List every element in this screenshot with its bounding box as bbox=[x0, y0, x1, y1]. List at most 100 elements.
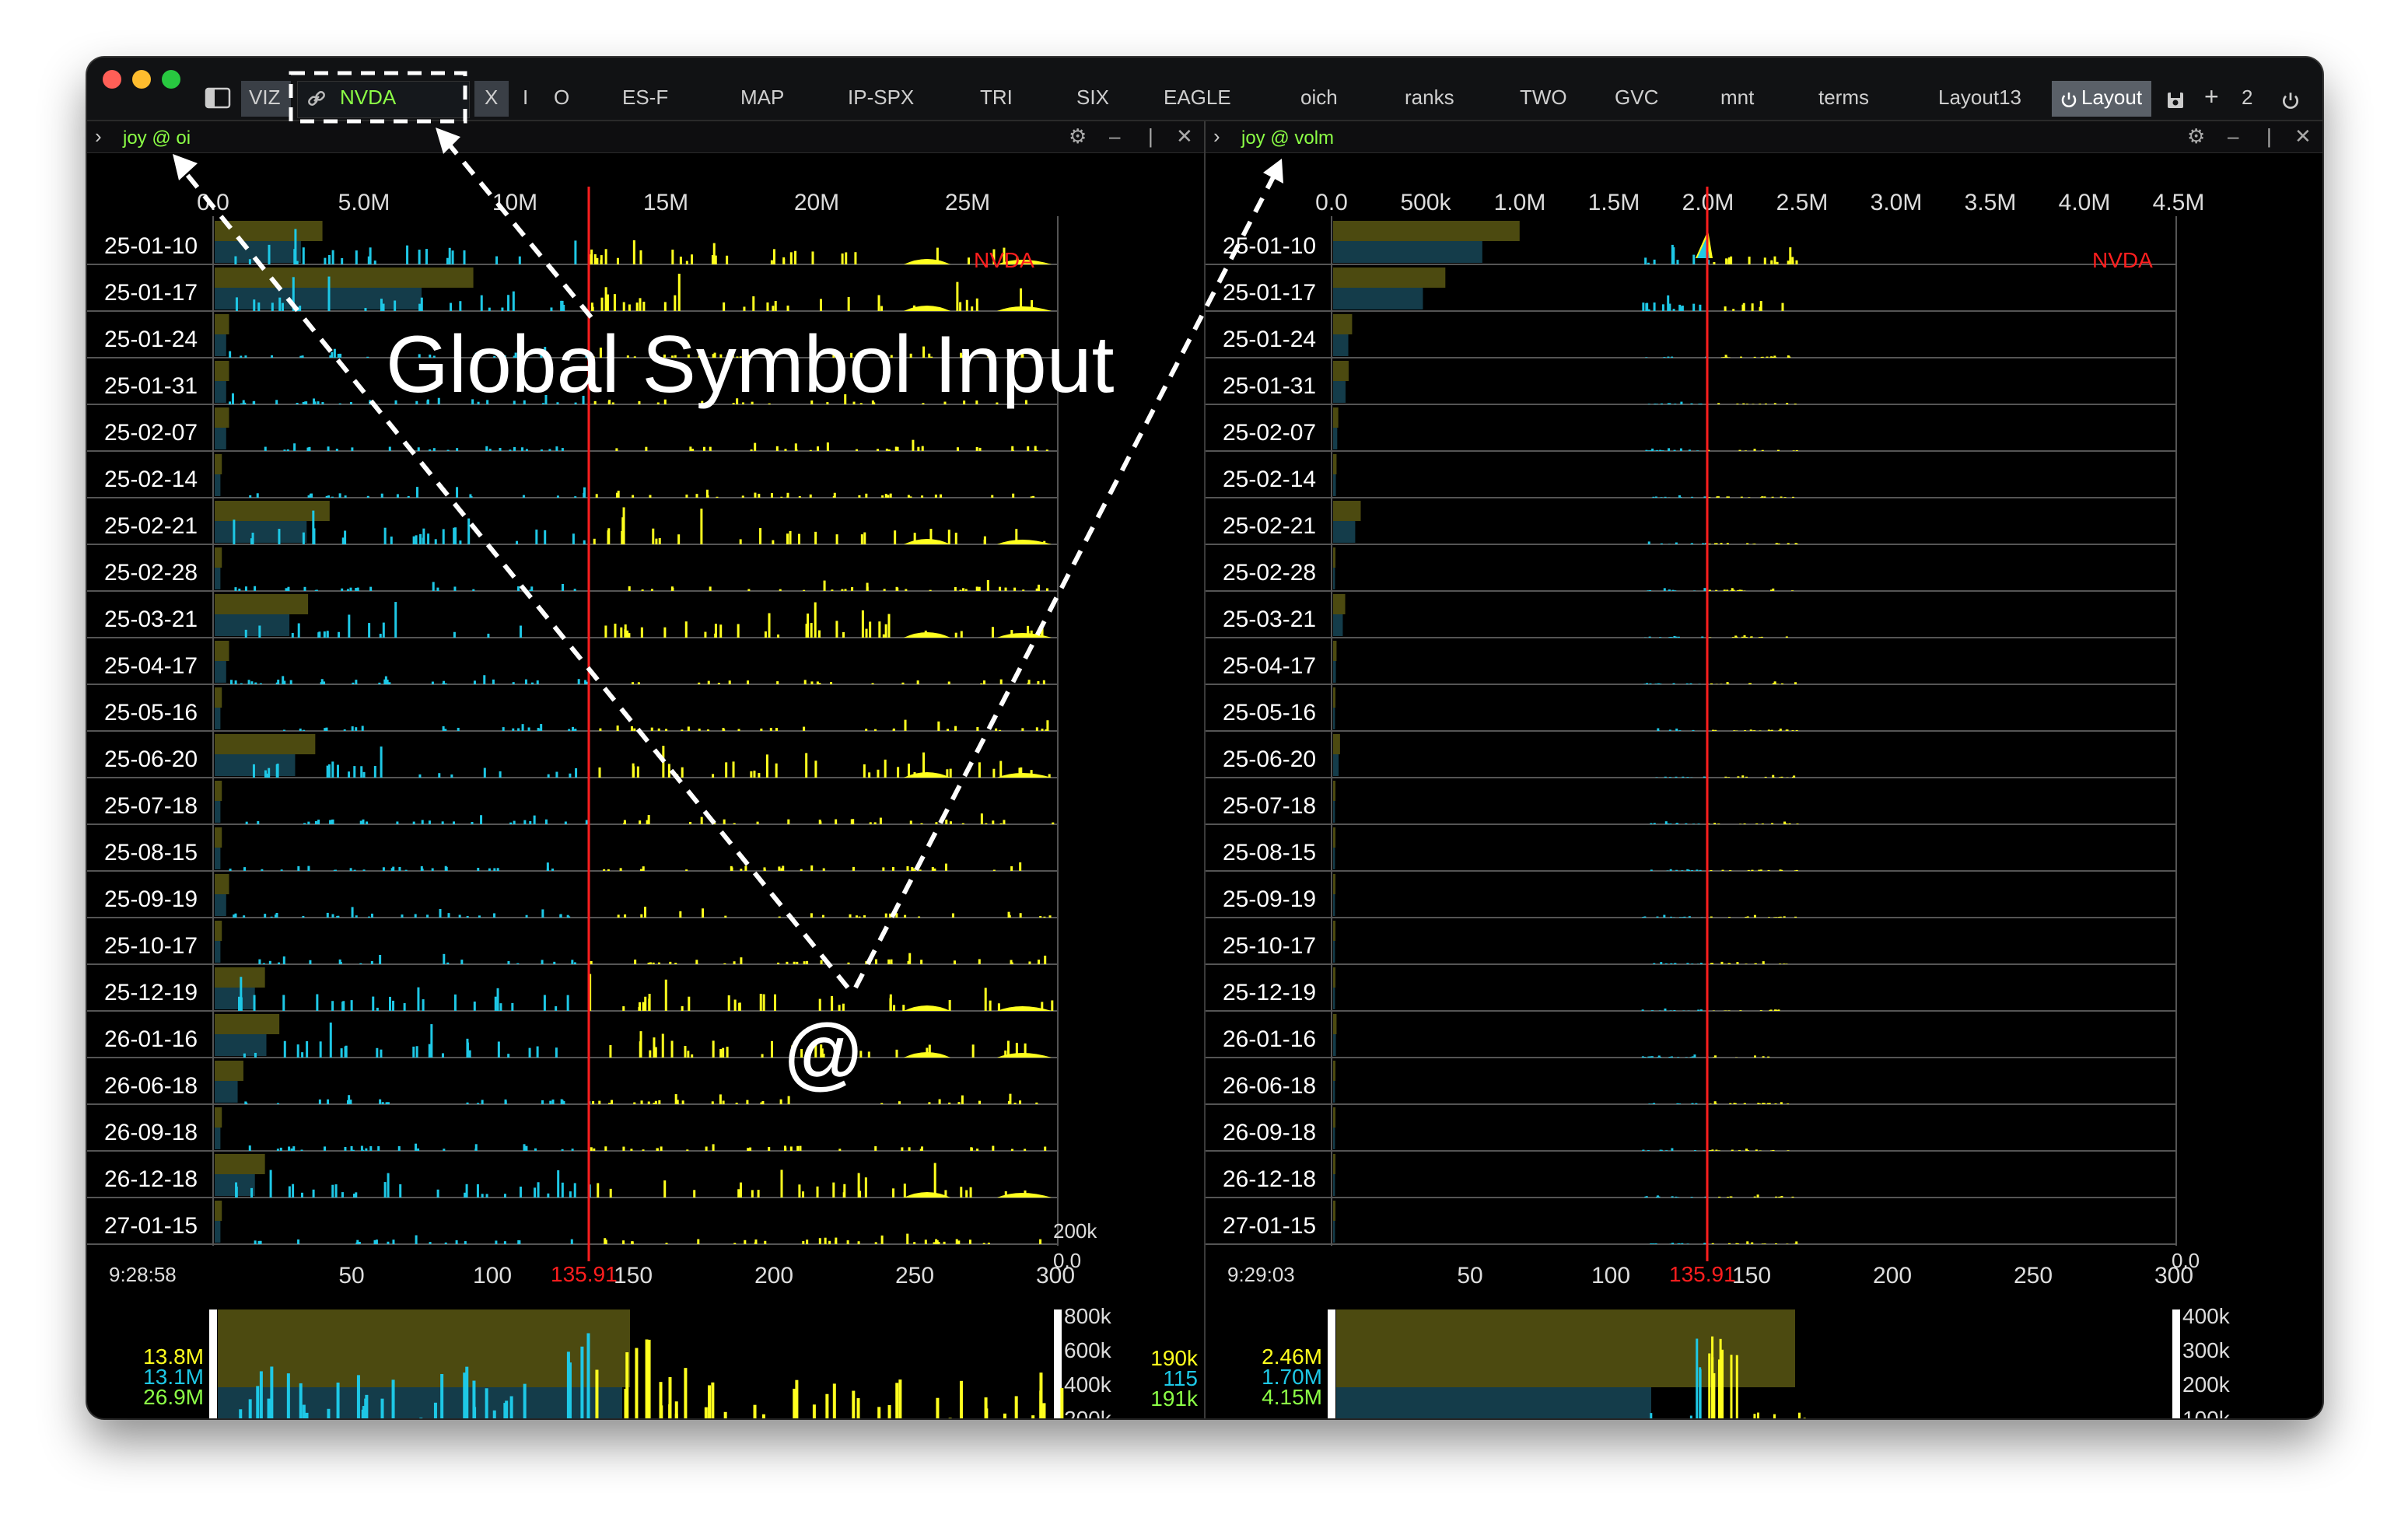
strike-spike bbox=[1788, 823, 1791, 824]
strike-spike bbox=[1710, 916, 1713, 918]
tab-terms[interactable]: terms bbox=[1818, 86, 1869, 110]
strike-spike bbox=[1686, 777, 1689, 778]
strike-spike bbox=[835, 819, 838, 824]
tab-tri[interactable]: TRI bbox=[980, 86, 1013, 110]
zoom-window-button[interactable] bbox=[162, 70, 180, 89]
strike-spike bbox=[884, 913, 887, 918]
tab-ranks[interactable]: ranks bbox=[1405, 86, 1454, 110]
strike-spike bbox=[1713, 823, 1717, 824]
tab-gvc[interactable]: GVC bbox=[1615, 86, 1658, 110]
strike-spike bbox=[454, 527, 457, 544]
strike-spike bbox=[1738, 449, 1741, 451]
strike-spike bbox=[1656, 1195, 1659, 1198]
strike-spike bbox=[919, 1149, 922, 1151]
strike-spike bbox=[1648, 450, 1651, 451]
strike-spike bbox=[530, 682, 534, 684]
save-icon[interactable] bbox=[2165, 90, 2186, 110]
strike-spike bbox=[737, 729, 740, 731]
tab-ip-spx[interactable]: IP-SPX bbox=[848, 86, 914, 110]
strike-spike bbox=[1656, 916, 1659, 918]
i-button[interactable]: I bbox=[523, 86, 528, 110]
strike-spike bbox=[1737, 1243, 1740, 1244]
expiry-label: 25-07-18 bbox=[1223, 793, 1316, 819]
strike-spike bbox=[887, 495, 890, 498]
x-axis-tick: 50 bbox=[338, 1263, 364, 1288]
strike-spike bbox=[924, 1240, 927, 1244]
strike-spike bbox=[378, 682, 381, 684]
strike-spike bbox=[864, 1177, 867, 1198]
strike-spike bbox=[885, 448, 888, 451]
oi-bar bbox=[215, 221, 323, 241]
strike-spike bbox=[935, 1239, 938, 1244]
strike-spike bbox=[386, 680, 389, 684]
strike-spike bbox=[803, 680, 807, 684]
strike-spike bbox=[366, 495, 369, 498]
strike-spike bbox=[1664, 821, 1668, 824]
strike-spike bbox=[1037, 584, 1040, 591]
strike-spike bbox=[444, 1242, 447, 1244]
strike-spike bbox=[985, 823, 988, 824]
strike-spike bbox=[516, 963, 520, 964]
strike-spike bbox=[855, 449, 858, 451]
strike-spike bbox=[406, 245, 409, 264]
shutdown-icon[interactable] bbox=[2280, 90, 2301, 110]
strike-spike bbox=[473, 1002, 476, 1011]
strike-spike bbox=[1794, 682, 1797, 684]
strike-spike bbox=[1727, 777, 1731, 778]
strike-spike bbox=[997, 1003, 1000, 1011]
strike-spike bbox=[969, 1187, 972, 1198]
strike-spike bbox=[681, 729, 684, 731]
strike-spike bbox=[1703, 588, 1706, 591]
strike-spike bbox=[1788, 356, 1791, 358]
time-label: 9:28:58 bbox=[109, 1263, 177, 1286]
tab-mnt[interactable]: mnt bbox=[1720, 86, 1754, 110]
strike-spike bbox=[292, 1146, 296, 1151]
strike-spike bbox=[525, 1145, 528, 1151]
tab-six[interactable]: SIX bbox=[1076, 86, 1109, 110]
strike-spike bbox=[965, 1190, 968, 1198]
sidebar-icon[interactable] bbox=[204, 86, 232, 110]
strike-spike bbox=[723, 819, 726, 824]
strike-spike bbox=[722, 1047, 725, 1058]
strike-spike bbox=[488, 449, 492, 451]
stat-green: 191k bbox=[1150, 1386, 1199, 1411]
strike-spike bbox=[555, 1047, 558, 1058]
strike-spike bbox=[300, 1192, 303, 1198]
strike-spike bbox=[1668, 303, 1671, 311]
x-axis-tick: 100 bbox=[473, 1263, 512, 1288]
strike-spike bbox=[493, 355, 496, 358]
tab-oich[interactable]: oich bbox=[1300, 86, 1338, 110]
strike-spike bbox=[628, 304, 631, 311]
tab-es-f[interactable]: ES-F bbox=[622, 86, 668, 110]
strike-spike bbox=[846, 1240, 849, 1244]
strike-spike bbox=[331, 250, 334, 264]
strike-spike bbox=[368, 916, 371, 918]
strike-spike bbox=[286, 449, 289, 451]
oi-bar-secondary bbox=[1333, 381, 1346, 403]
strike-spike bbox=[1008, 915, 1011, 918]
strike-spike bbox=[379, 1099, 382, 1104]
tab-map[interactable]: MAP bbox=[740, 86, 784, 110]
strike-spike bbox=[1643, 916, 1647, 918]
layout-count[interactable]: 2 bbox=[2242, 86, 2252, 110]
strike-spike bbox=[858, 916, 861, 918]
price-label: 135.91 bbox=[1669, 1262, 1736, 1286]
strike-spike bbox=[1692, 303, 1696, 311]
strike-spike bbox=[562, 1100, 565, 1104]
strike-spike bbox=[883, 589, 886, 591]
tab-two[interactable]: TWO bbox=[1520, 86, 1567, 110]
strike-spike bbox=[764, 869, 767, 871]
close-window-button[interactable] bbox=[103, 70, 121, 89]
strike-spike bbox=[269, 1170, 272, 1198]
strike-spike bbox=[732, 403, 735, 404]
add-button[interactable]: + bbox=[2204, 82, 2219, 111]
tab-layout13[interactable]: Layout13 bbox=[1938, 86, 2021, 110]
strike-spike bbox=[503, 1241, 506, 1244]
o-button[interactable]: O bbox=[554, 86, 569, 110]
tab-eagle[interactable]: EAGLE bbox=[1164, 86, 1231, 110]
strike-spike bbox=[706, 729, 709, 731]
strike-spike bbox=[1778, 730, 1781, 731]
strike-spike bbox=[1045, 449, 1048, 451]
right-chart: 0.0500k1.0M1.5M2.0M2.5M3.0M3.5M4.0M4.5M … bbox=[1206, 187, 2231, 1418]
minimize-window-button[interactable] bbox=[132, 70, 151, 89]
